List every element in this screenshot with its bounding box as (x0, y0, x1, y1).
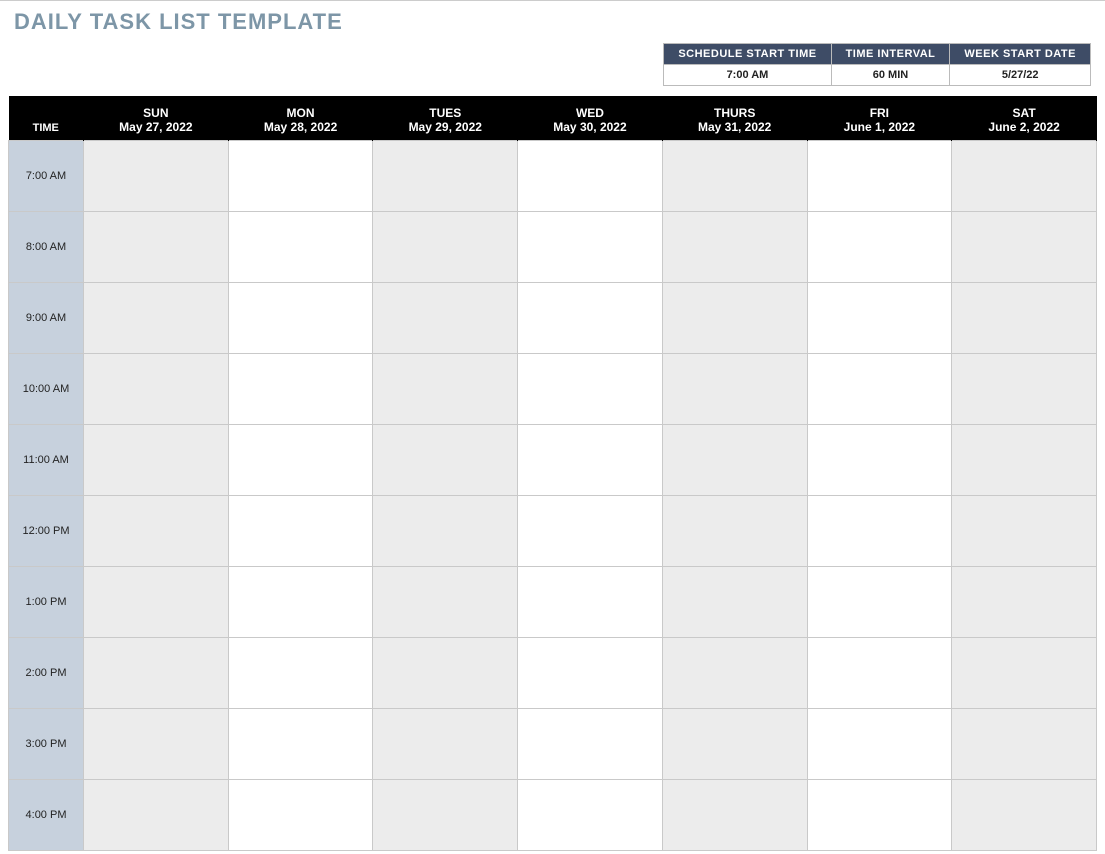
schedule-cell[interactable] (84, 354, 229, 425)
col-header-mon: MONMay 28, 2022 (228, 96, 373, 141)
meta-value-weekstart[interactable]: 5/27/22 (950, 65, 1091, 86)
schedule-cell[interactable] (518, 354, 663, 425)
schedule-cell[interactable] (952, 780, 1097, 851)
time-label: 8:00 AM (9, 212, 84, 283)
settings-table: SCHEDULE START TIME TIME INTERVAL WEEK S… (663, 43, 1091, 86)
meta-value-interval[interactable]: 60 MIN (831, 65, 950, 86)
meta-header-start: SCHEDULE START TIME (664, 44, 831, 65)
schedule-cell[interactable] (84, 283, 229, 354)
col-header-time: TIME (9, 96, 84, 141)
schedule-cell[interactable] (952, 638, 1097, 709)
time-label: 9:00 AM (9, 283, 84, 354)
schedule-cell[interactable] (518, 425, 663, 496)
schedule-cell[interactable] (662, 638, 807, 709)
schedule-cell[interactable] (518, 283, 663, 354)
schedule-cell[interactable] (807, 212, 952, 283)
col-header-thu: THURSMay 31, 2022 (662, 96, 807, 141)
schedule-cell[interactable] (518, 709, 663, 780)
schedule-cell[interactable] (807, 354, 952, 425)
schedule-cell[interactable] (952, 425, 1097, 496)
schedule-cell[interactable] (518, 780, 663, 851)
schedule-cell[interactable] (952, 709, 1097, 780)
schedule-cell[interactable] (373, 780, 518, 851)
schedule-cell[interactable] (952, 283, 1097, 354)
schedule-cell[interactable] (228, 425, 373, 496)
schedule-cell[interactable] (84, 567, 229, 638)
schedule-cell[interactable] (228, 567, 373, 638)
time-label: 11:00 AM (9, 425, 84, 496)
schedule-cell[interactable] (373, 496, 518, 567)
schedule-cell[interactable] (518, 141, 663, 212)
meta-header-weekstart: WEEK START DATE (950, 44, 1091, 65)
schedule-cell[interactable] (84, 425, 229, 496)
schedule-cell[interactable] (662, 780, 807, 851)
schedule-cell[interactable] (952, 354, 1097, 425)
time-label: 12:00 PM (9, 496, 84, 567)
col-header-sun: SUNMay 27, 2022 (84, 96, 229, 141)
schedule-cell[interactable] (807, 567, 952, 638)
schedule-cell[interactable] (807, 709, 952, 780)
schedule-cell[interactable] (662, 141, 807, 212)
schedule-grid: TIME SUNMay 27, 2022 MONMay 28, 2022 TUE… (8, 96, 1097, 851)
schedule-cell[interactable] (373, 425, 518, 496)
schedule-cell[interactable] (807, 141, 952, 212)
schedule-cell[interactable] (228, 141, 373, 212)
col-header-tue: TUESMay 29, 2022 (373, 96, 518, 141)
schedule-cell[interactable] (807, 425, 952, 496)
schedule-cell[interactable] (662, 283, 807, 354)
schedule-cell[interactable] (228, 638, 373, 709)
schedule-cell[interactable] (518, 638, 663, 709)
schedule-cell[interactable] (373, 212, 518, 283)
schedule-cell[interactable] (373, 283, 518, 354)
schedule-cell[interactable] (373, 638, 518, 709)
schedule-cell[interactable] (228, 354, 373, 425)
schedule-cell[interactable] (807, 780, 952, 851)
schedule-cell[interactable] (518, 567, 663, 638)
schedule-cell[interactable] (228, 709, 373, 780)
schedule-cell[interactable] (228, 212, 373, 283)
schedule-cell[interactable] (662, 425, 807, 496)
schedule-cell[interactable] (373, 567, 518, 638)
schedule-cell[interactable] (952, 496, 1097, 567)
schedule-cell[interactable] (373, 141, 518, 212)
schedule-cell[interactable] (84, 709, 229, 780)
schedule-cell[interactable] (228, 780, 373, 851)
schedule-cell[interactable] (228, 283, 373, 354)
schedule-cell[interactable] (807, 638, 952, 709)
col-header-sat: SATJune 2, 2022 (952, 96, 1097, 141)
schedule-cell[interactable] (228, 496, 373, 567)
col-header-wed: WEDMay 30, 2022 (518, 96, 663, 141)
meta-header-interval: TIME INTERVAL (831, 44, 950, 65)
page-title: DAILY TASK LIST TEMPLATE (14, 9, 1097, 35)
schedule-cell[interactable] (84, 638, 229, 709)
schedule-cell[interactable] (84, 780, 229, 851)
time-label: 2:00 PM (9, 638, 84, 709)
time-label: 10:00 AM (9, 354, 84, 425)
col-header-fri: FRIJune 1, 2022 (807, 96, 952, 141)
schedule-cell[interactable] (373, 354, 518, 425)
schedule-cell[interactable] (662, 354, 807, 425)
time-label: 3:00 PM (9, 709, 84, 780)
schedule-cell[interactable] (952, 141, 1097, 212)
schedule-cell[interactable] (84, 212, 229, 283)
schedule-cell[interactable] (518, 212, 663, 283)
schedule-cell[interactable] (807, 283, 952, 354)
schedule-cell[interactable] (807, 496, 952, 567)
schedule-cell[interactable] (518, 496, 663, 567)
schedule-cell[interactable] (662, 709, 807, 780)
time-label: 7:00 AM (9, 141, 84, 212)
schedule-cell[interactable] (662, 567, 807, 638)
schedule-cell[interactable] (84, 141, 229, 212)
schedule-cell[interactable] (373, 709, 518, 780)
schedule-cell[interactable] (662, 496, 807, 567)
schedule-cell[interactable] (662, 212, 807, 283)
time-label: 1:00 PM (9, 567, 84, 638)
schedule-cell[interactable] (84, 496, 229, 567)
meta-value-start[interactable]: 7:00 AM (664, 65, 831, 86)
time-label: 4:00 PM (9, 780, 84, 851)
schedule-cell[interactable] (952, 567, 1097, 638)
schedule-cell[interactable] (952, 212, 1097, 283)
